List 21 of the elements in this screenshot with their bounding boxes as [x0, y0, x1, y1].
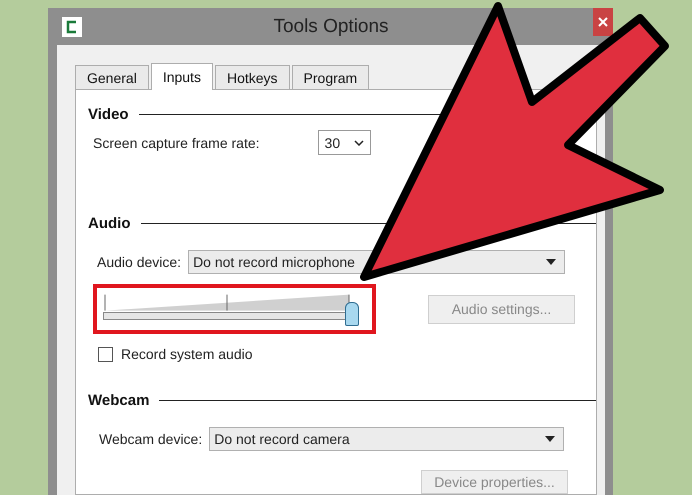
checkbox[interactable] [98, 346, 113, 362]
tab[interactable]: Inputs [150, 63, 213, 90]
section-heading: Webcam [88, 392, 150, 409]
app-icon [62, 16, 82, 36]
field-label: Webcam device: [99, 431, 202, 447]
section-heading: Video [88, 106, 129, 123]
tab[interactable]: General [75, 65, 149, 89]
caret-icon [545, 436, 556, 442]
slider-thumb[interactable] [345, 302, 359, 326]
checkbox-label: Record system audio [121, 346, 253, 362]
webcam-device-dropdown[interactable]: Do not record camera [209, 427, 564, 451]
chevron-icon [354, 140, 364, 146]
field-label: Screen capture frame rate: [93, 134, 260, 150]
frame-rate-dropdown[interactable]: 30 [318, 130, 371, 155]
field-label: Audio device: [97, 254, 182, 270]
window-title: Tools Options [272, 16, 390, 38]
tab[interactable]: Program [292, 65, 370, 89]
caret-icon [546, 259, 556, 265]
tab[interactable]: Hotkeys [214, 65, 290, 89]
section-heading: Audio [88, 215, 130, 232]
close-icon[interactable] [593, 8, 613, 36]
